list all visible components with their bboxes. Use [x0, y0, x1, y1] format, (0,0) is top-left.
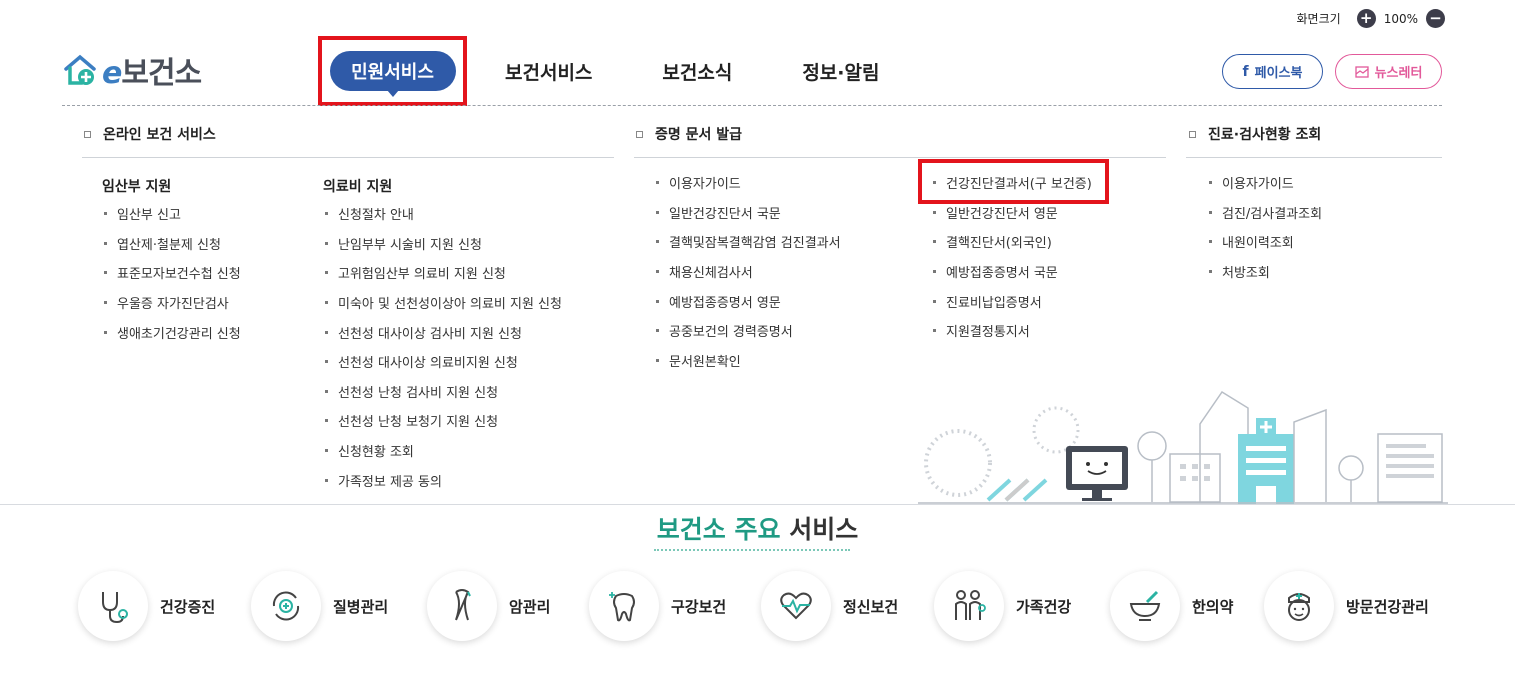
menu-item-health-certificate[interactable]: 건강진단결과서(구 보건증) [933, 168, 1092, 198]
nav-item-news[interactable]: 보건소식 [662, 58, 732, 85]
menu-item[interactable]: 선천성 대사이상 검사비 지원 신청 [325, 317, 562, 347]
zoom-in-icon[interactable]: + [1356, 9, 1376, 28]
cancer-ribbon-icon [455, 589, 471, 621]
menu-item[interactable]: 내원이력조회 [1209, 227, 1322, 257]
menu-item[interactable]: 채용신체검사서 [656, 257, 841, 287]
menu-item[interactable]: 문서원본확인 [656, 346, 841, 376]
menu-item[interactable]: 검진/검사결과조회 [1209, 198, 1322, 228]
menu-item[interactable]: 일반건강진단서 영문 [933, 198, 1092, 228]
menu-item[interactable]: 진료비납입증명서 [933, 286, 1092, 316]
section-title: 보건소 주요 서비스 [656, 515, 859, 544]
service-oriental-medicine[interactable]: 한의약 [1110, 571, 1264, 641]
zoom-label: 화면크기 [1296, 12, 1341, 26]
newsletter-icon [1354, 65, 1369, 78]
service-oral-health[interactable]: 구강보건 [589, 571, 761, 641]
logo-e: e [102, 56, 122, 91]
family-icon [955, 590, 986, 620]
menu-item[interactable]: 지원결정통지서 [933, 316, 1092, 346]
menu-item[interactable]: 엽산제·철분제 신청 [104, 229, 241, 259]
nav-item-minwon[interactable]: 민원서비스 [329, 51, 456, 97]
nurse-icon [1288, 593, 1310, 621]
header: e보건소 민원서비스 보건서비스 보건소식 정보·알림 f 페이스북 뉴스레터 [0, 34, 1515, 106]
newsletter-label: 뉴스레터 [1374, 66, 1423, 81]
inquiry-menu: 이용자가이드 검진/검사결과조회 내원이력조회 처방조회 [1209, 168, 1322, 286]
site-logo[interactable]: e보건소 [62, 48, 202, 92]
zoom-controls: 화면크기 + 100% − [1297, 9, 1445, 28]
menu-item[interactable]: 우울증 자가진단검사 [104, 288, 241, 318]
menu-item[interactable]: 처방조회 [1209, 257, 1322, 287]
group-title-medical-cost: 의료비 지원 [323, 179, 393, 195]
certificate-menu-left: 이용자가이드 일반건강진단서 국문 결핵및잠복결핵감염 검진결과서 채용신체검사… [656, 168, 841, 375]
col-divider [82, 157, 614, 158]
stethoscope-icon [102, 592, 128, 624]
menu-item[interactable]: 이용자가이드 [656, 168, 841, 198]
menu-item[interactable]: 예방접종증명서 국문 [933, 257, 1092, 287]
medical-cost-menu: 신청절차 안내 난임부부 시술비 지원 신청 고위험임산부 의료비 지원 신청 … [325, 199, 562, 495]
square-bullet-icon [84, 130, 91, 138]
logo-text: 보건소 [121, 56, 202, 91]
menu-item[interactable]: 예방접종증명서 영문 [656, 286, 841, 316]
header-divider [62, 105, 1442, 106]
menu-item[interactable]: 생애초기건강관리 신청 [104, 317, 241, 347]
square-bullet-icon [1189, 130, 1196, 138]
col-title-inquiry: 진료·검사현황 조회 [1189, 124, 1321, 144]
service-family-health[interactable]: 가족건강 [934, 571, 1110, 641]
col-divider [1186, 157, 1442, 158]
home-cross-icon [64, 54, 96, 85]
zoom-out-icon[interactable]: − [1426, 9, 1445, 28]
nav-item-health-service[interactable]: 보건서비스 [505, 58, 592, 85]
service-health-promotion[interactable]: 건강증진 [78, 571, 251, 641]
section-divider [0, 504, 1515, 505]
menu-item[interactable]: 선천성 난청 보청기 지원 신청 [325, 406, 562, 436]
menu-item[interactable]: 결핵및잠복결핵감염 검진결과서 [656, 227, 841, 257]
menu-item[interactable]: 임산부 신고 [104, 199, 241, 229]
menu-item[interactable]: 미숙아 및 선천성이상아 의료비 지원 신청 [325, 288, 562, 318]
zoom-value: 100% [1383, 11, 1418, 26]
sns-links: f 페이스북 뉴스레터 [1222, 54, 1442, 89]
pregnancy-menu: 임산부 신고 엽산제·철분제 신청 표준모자보건수첩 신청 우울증 자가진단검사… [104, 199, 241, 347]
tooth-icon [609, 592, 635, 622]
nav-item-info[interactable]: 정보·알림 [802, 58, 879, 85]
service-mental-health[interactable]: 정신보건 [761, 571, 934, 641]
disease-cycle-icon [272, 591, 300, 621]
nav-highlight-box: 민원서비스 [318, 36, 467, 106]
menu-item[interactable]: 고위험임산부 의료비 지원 신청 [325, 258, 562, 288]
menu-item[interactable]: 신청절차 안내 [325, 199, 562, 229]
service-disease-control[interactable]: 질병관리 [251, 571, 427, 641]
main-nav: 민원서비스 보건서비스 보건소식 정보·알림 [318, 36, 949, 106]
menu-item[interactable]: 선천성 대사이상 의료비지원 신청 [325, 347, 562, 377]
menu-item[interactable]: 가족정보 제공 동의 [325, 465, 562, 495]
facebook-label: 페이스북 [1254, 66, 1303, 81]
col-title-certificate: 증명 문서 발급 [636, 124, 742, 144]
col-title-online: 온라인 보건 서비스 [84, 124, 216, 144]
menu-item[interactable]: 신청현황 조회 [325, 436, 562, 466]
menu-item[interactable]: 난임부부 시술비 지원 신청 [325, 229, 562, 259]
square-bullet-icon [636, 130, 643, 138]
main-services: 건강증진 질병관리 암관리 구강보건 정신보건 가족건강 한의약 방문건강관리 [78, 571, 1444, 641]
city-illustration [918, 390, 1448, 504]
certificate-menu-right: 건강진단결과서(구 보건증) 일반건강진단서 영문 결핵진단서(외국인) 예방접… [933, 168, 1092, 346]
facebook-button[interactable]: f 페이스북 [1222, 54, 1323, 89]
facebook-icon: f [1242, 63, 1249, 80]
menu-item[interactable]: 이용자가이드 [1209, 168, 1322, 198]
menu-item[interactable]: 결핵진단서(외국인) [933, 227, 1092, 257]
col-divider [634, 157, 1166, 158]
service-visiting-care[interactable]: 방문건강관리 [1264, 571, 1444, 641]
mortar-pestle-icon [1129, 590, 1161, 621]
heartbeat-icon [780, 592, 812, 620]
menu-item[interactable]: 공중보건의 경력증명서 [656, 316, 841, 346]
title-underline [654, 549, 850, 551]
menu-item[interactable]: 선천성 난청 검사비 지원 신청 [325, 377, 562, 407]
service-cancer[interactable]: 암관리 [427, 571, 589, 641]
newsletter-button[interactable]: 뉴스레터 [1335, 54, 1442, 89]
menu-item[interactable]: 일반건강진단서 국문 [656, 198, 841, 228]
menu-item[interactable]: 표준모자보건수첩 신청 [104, 258, 241, 288]
group-title-pregnancy: 임산부 지원 [102, 179, 172, 195]
